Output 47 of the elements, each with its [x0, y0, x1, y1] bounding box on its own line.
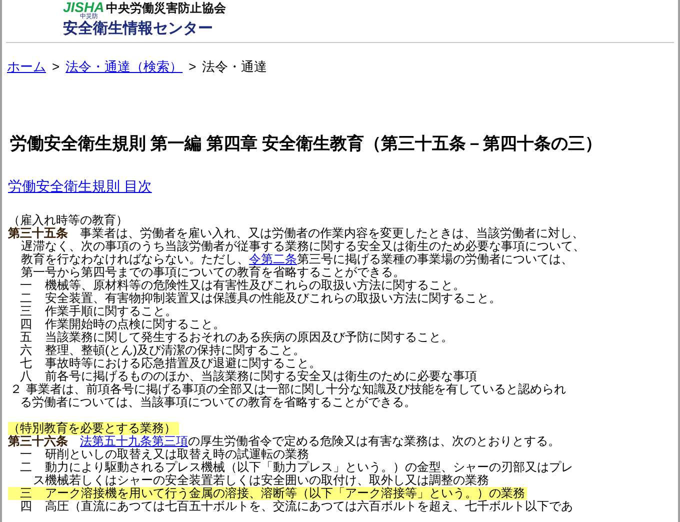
breadcrumb-separator: >	[52, 59, 60, 75]
item-number: 七	[19, 357, 33, 370]
organization-name: 中央労働災害防止協会	[106, 1, 226, 15]
item-text: 安全装置、有害物抑制装置又は保護具の性能及びこれらの取扱い方法に関すること。	[45, 292, 501, 305]
item-text: アーク溶接機を用いて行う金属の溶接、溶断等（以下「アーク溶接等」という。）の業務	[45, 487, 525, 500]
item-number: 六	[19, 344, 33, 357]
item-number: 四	[19, 318, 33, 331]
item-text: 事故時等における応急措置及び退避に関すること。	[45, 357, 321, 370]
item-text: 前各号に掲げるもののほか、当該業務に関する安全又は衛生のために必要な事項	[45, 370, 477, 383]
item-text: 当該業務に関して発生するおそれのある疾病の原因及び予防に関すること。	[45, 331, 453, 344]
item-number: 二	[19, 461, 33, 474]
article-caption: （雇入れ時等の教育）	[8, 214, 129, 227]
item-number: 二	[19, 292, 33, 305]
item-number: 三	[19, 305, 33, 318]
breadcrumb-link[interactable]: 法令・通達（検索）	[66, 59, 183, 75]
item-text: 研削といしの取替え又は取替え時の試運転の業務	[45, 448, 309, 461]
item-text: 作業開始時の点検に関すること。	[45, 318, 225, 331]
site-name: 安全衛生情報センター	[63, 20, 214, 38]
logo: JISHA	[63, 1, 104, 14]
breadcrumb-link[interactable]: ホーム	[7, 59, 46, 75]
item-number: 五	[19, 331, 33, 344]
item-text: 機械等、原材料等の危険性又は有害性及びこれらの取扱い方法に関すること。	[45, 279, 465, 292]
article-number: 第三十六条	[8, 435, 69, 448]
item-text: 事業者は、前項各号に掲げる事項の全部又は一部に関し十分な知識及び技能を有していると認められ	[26, 383, 566, 396]
article-number: 第三十五条	[8, 227, 69, 240]
item-number: 三	[19, 487, 33, 500]
table-of-contents-link[interactable]: 労働安全衛生規則 目次	[8, 177, 152, 195]
law-link[interactable]: 令第二条	[249, 252, 297, 266]
item-text: ス機械若しくはシャーの安全装置若しくは安全囲いの取付け、取外し又は調整の業務	[32, 474, 490, 487]
item-text: 高圧（直流にあつては七百五十ボルトを、交流にあつては六百ボルトを超え、七千ボルト以下であ	[45, 500, 573, 513]
article-text: 遅滞なく、次の事項のうち当該労働者が従事する業務に関する安全又は衛生のため必要な事項について、 教育を行なわなければならない。ただし、令第二条第三号に掲げる業種の事業場の労働者については、 第一号から第四号までの事項についての教育を省略することができる。	[20, 240, 586, 279]
item-text: る労働者については、当該事項についての教育を省略することができる。	[19, 396, 417, 409]
law-link[interactable]: 法第五十九条第三項	[80, 434, 188, 448]
item-text: 整理、整頓(とん)及び清潔の保持に関すること。	[45, 344, 305, 357]
article-text: 法第五十九条第三項の厚生労働省令で定める危険又は有害な業務は、次のとおりとする。	[80, 435, 560, 448]
item-number: 八	[19, 370, 33, 383]
item-number: 一	[19, 279, 33, 292]
item-number: 一	[19, 448, 33, 461]
item-number: 四	[19, 500, 33, 513]
item-text: 作業手順に関すること。	[45, 305, 177, 318]
page-title: 労働安全衛生規則 第一編 第四章 安全衛生教育（第三十五条－第四十条の三）	[9, 133, 604, 155]
item-number: ２	[9, 383, 23, 396]
article-caption: （特別教育を必要とする業務）	[8, 422, 179, 435]
article-text: 事業者は、労働者を雇い入れ、又は労働者の作業内容を変更したときは、当該労働者に対し、	[80, 227, 584, 240]
breadcrumb-current: 法令・通達	[202, 59, 268, 75]
item-text: 動力により駆動されるプレス機械（以下「動力プレス」という。）の金型、シャーの刃部又はプレ	[45, 461, 573, 474]
breadcrumb-separator: >	[188, 59, 196, 75]
